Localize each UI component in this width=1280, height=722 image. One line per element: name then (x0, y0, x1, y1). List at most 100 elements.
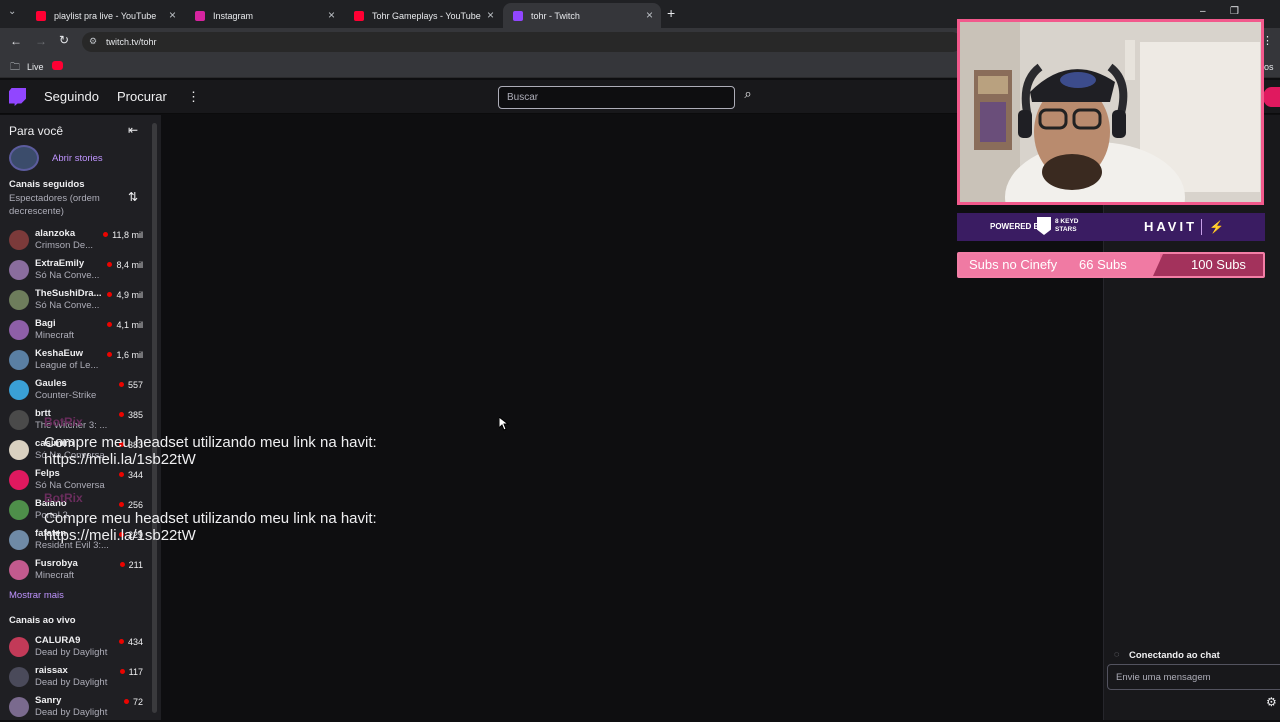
channel-game: Minecraft (35, 330, 75, 341)
viewer-count: 4,1 mil (107, 320, 143, 330)
stories-avatar[interactable] (9, 145, 39, 171)
chat-input[interactable]: Envie uma mensagem (1107, 664, 1280, 690)
reload-icon[interactable]: ↻ (59, 33, 69, 47)
sidebar-channel-calura9[interactable]: CALURA9 Dead by Daylight 434 (0, 632, 150, 662)
tab-youtube-playlist[interactable]: playlist pra live - YouTube × (26, 3, 184, 28)
viewer-count: 4,9 mil (107, 290, 143, 300)
tab-title: Instagram (213, 10, 254, 21)
viewer-count: 8,4 mil (107, 260, 143, 270)
avatar (9, 320, 29, 340)
more-options-icon[interactable]: ⋮ (187, 89, 200, 105)
channel-game: Crimson De... (35, 240, 94, 251)
tab-instagram[interactable]: Instagram × (185, 3, 343, 28)
live-channels-title: Canais ao vivo (9, 615, 76, 626)
bot-message: Compre meu headset utilizando meu link n… (44, 510, 377, 544)
viewer-count: 557 (119, 380, 143, 390)
sidebar-scrollbar[interactable] (152, 123, 157, 713)
collapse-sidebar-icon[interactable]: ⇤ (128, 123, 138, 137)
restore-icon[interactable]: ❐ (1230, 6, 1239, 17)
avatar (9, 560, 29, 580)
viewer-count: 434 (119, 637, 143, 647)
sponsor-brand: HAVIT (1144, 219, 1198, 234)
tab-tohr-youtube[interactable]: Tohr Gameplays - YouTube × (344, 3, 502, 28)
minimize-icon[interactable]: – (1200, 6, 1206, 17)
sub-goal-current: 66 Subs (1079, 257, 1127, 272)
youtube-icon (354, 10, 364, 21)
open-stories-link[interactable]: Abrir stories (52, 153, 103, 164)
nav-following[interactable]: Seguindo (44, 89, 99, 104)
sidebar-channel-gaules[interactable]: Gaules Counter-Strike 557 (0, 375, 150, 405)
partial-bookmark-text: os (1264, 62, 1274, 72)
sponsor-banner: POWERED BY 8 KEYD STARS HAVIT ⚡ (957, 213, 1265, 241)
youtube-bookmark-icon[interactable] (52, 61, 63, 70)
search-input[interactable]: Buscar (498, 86, 735, 109)
sub-goal-target: 100 Subs (1191, 257, 1246, 272)
tab-list-icon[interactable]: ⌄ (8, 6, 16, 17)
search-icon: ⌕ (744, 86, 752, 101)
keyd-stars-logo-icon (1037, 217, 1051, 235)
bot-name: BotRix (44, 491, 83, 505)
tab-title: Tohr Gameplays - YouTube (372, 10, 481, 21)
channel-name: Felps (35, 468, 60, 479)
folder-icon: 🗀 (10, 62, 20, 73)
close-tab-icon[interactable]: × (328, 8, 335, 22)
channel-name: CALURA9 (35, 635, 81, 646)
sidebar-channel-keshaeuw[interactable]: KeshaEuw League of Le... 1,6 mil (0, 345, 150, 375)
search-placeholder: Buscar (507, 92, 539, 103)
close-tab-icon[interactable]: × (169, 8, 176, 22)
channel-game: Minecraft (35, 570, 75, 581)
channel-name: Fusrobya (35, 558, 78, 569)
avatar (9, 260, 29, 280)
viewer-count: 344 (119, 470, 143, 480)
bot-name: BotRix (44, 415, 83, 429)
tab-title: playlist pra live - YouTube (54, 10, 157, 21)
avatar[interactable] (1263, 87, 1280, 107)
sidebar-channel-extraemily[interactable]: ExtraEmily Só Na Conve... 8,4 mil (0, 255, 150, 285)
avatar (9, 230, 29, 250)
powered-by-label: POWERED BY (990, 222, 1045, 231)
sponsor-team: 8 KEYD STARS (1055, 218, 1079, 233)
mouse-cursor-icon (499, 417, 509, 431)
avatar (9, 637, 29, 657)
viewer-count: 11,8 mil (103, 230, 143, 240)
search-button[interactable]: ⌕ (738, 86, 758, 109)
sidebar-channel-fusrobya[interactable]: Fusrobya Minecraft 211 (0, 555, 150, 585)
sub-goal-bar: Subs no Cinefy 66 Subs 100 Subs (957, 252, 1265, 278)
channel-game: Só Na Conve... (35, 270, 100, 281)
twitch-logo-icon[interactable] (9, 88, 26, 106)
show-more-link[interactable]: Mostrar mais (9, 590, 64, 601)
sidebar-channel-raissax[interactable]: raissax Dead by Daylight 117 (0, 662, 150, 692)
stream-overlay: POWERED BY 8 KEYD STARS HAVIT ⚡ Subs no … (957, 19, 1265, 279)
tab-title: tohr - Twitch (531, 10, 580, 21)
back-icon[interactable]: ← (10, 34, 22, 48)
viewer-count: 211 (120, 560, 143, 570)
forward-icon[interactable]: → (35, 34, 47, 48)
sidebar-channel-alanzoka[interactable]: alanzoka Crimson De... 11,8 mil (0, 225, 150, 255)
youtube-icon (36, 10, 46, 21)
sidebar-channel-bagi[interactable]: Bagi Minecraft 4,1 mil (0, 315, 150, 345)
avatar (9, 667, 29, 687)
nav-browse[interactable]: Procurar (117, 89, 167, 104)
channel-game: Dead by Daylight (35, 647, 108, 658)
close-tab-icon[interactable]: × (487, 8, 494, 22)
avatar (9, 530, 29, 550)
channel-name: Bagi (35, 318, 56, 329)
channel-game: Dead by Daylight (35, 707, 108, 718)
avatar (9, 290, 29, 310)
address-field[interactable]: ⚙ twitch.tv/tohr (82, 32, 962, 52)
havit-mark-icon: ⚡ (1209, 220, 1224, 234)
sidebar-channel-thesushidra[interactable]: TheSushiDra... Só Na Conve... 4,9 mil (0, 285, 150, 315)
bookmark-live[interactable]: Live (27, 62, 44, 72)
channel-name: Sanry (35, 695, 62, 706)
close-tab-icon[interactable]: × (646, 8, 653, 22)
chat-settings-icon[interactable]: ⚙ (1266, 695, 1277, 709)
site-info-icon[interactable]: ⚙ (89, 36, 97, 47)
sort-icon[interactable]: ⇅ (128, 190, 138, 204)
sidebar-channel-sanry[interactable]: Sanry Dead by Daylight 72 (0, 692, 150, 722)
channel-game: Dead by Daylight (35, 677, 108, 688)
viewer-count: 117 (120, 667, 143, 677)
webcam-feed (957, 19, 1264, 205)
new-tab-button[interactable]: + (667, 5, 675, 21)
sort-label: Espectadores (ordem decrescente) (9, 193, 100, 217)
tab-tohr-twitch[interactable]: tohr - Twitch × (503, 3, 661, 28)
